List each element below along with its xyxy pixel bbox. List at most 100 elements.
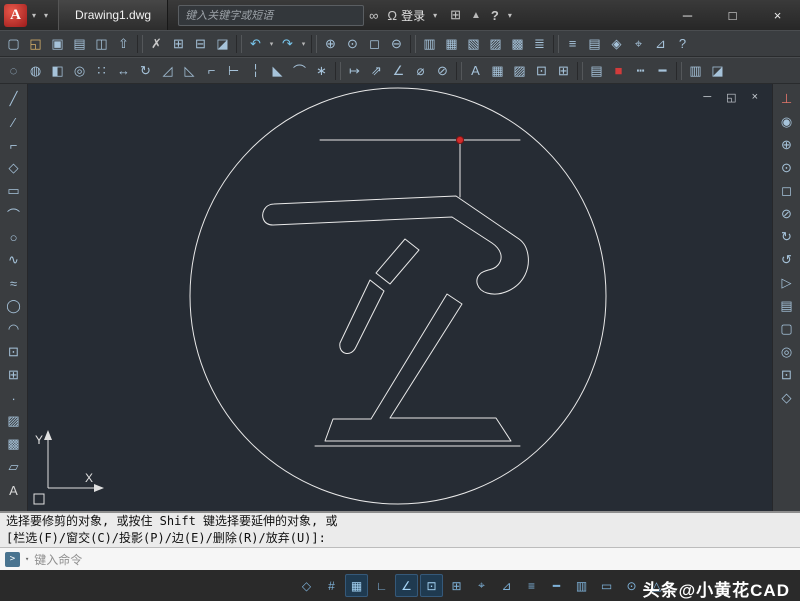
ortho-mode-icon[interactable]: ∟: [370, 574, 393, 597]
osnap-settings-icon[interactable]: ⌖: [628, 33, 649, 55]
selection-cycling-icon[interactable]: ⊙: [620, 574, 643, 597]
rotate-icon[interactable]: ↻: [135, 60, 156, 82]
redo-dropdown-icon[interactable]: ▾: [299, 33, 308, 55]
zoom-window-icon[interactable]: ◻: [775, 180, 799, 202]
plot-icon[interactable]: ▤: [69, 33, 90, 55]
dim-diameter-icon[interactable]: ⊘: [432, 60, 453, 82]
linetype-icon[interactable]: ┅: [630, 60, 651, 82]
dynamic-ucs-icon[interactable]: ⊿: [495, 574, 518, 597]
erase-icon[interactable]: ◌: [3, 60, 24, 82]
dim-linear-icon[interactable]: ↦: [344, 60, 365, 82]
doc-close-button[interactable]: ×: [752, 91, 758, 104]
extend-icon[interactable]: ⊢: [223, 60, 244, 82]
stretch-icon[interactable]: ◺: [179, 60, 200, 82]
redo-icon[interactable]: ↷: [277, 33, 298, 55]
polyline-icon[interactable]: ⌐: [2, 134, 26, 156]
infer-constraints-icon[interactable]: ◇: [295, 574, 318, 597]
explode-icon[interactable]: ∗: [311, 60, 332, 82]
offset-icon[interactable]: ◎: [69, 60, 90, 82]
object-snap-icon[interactable]: ⊡: [775, 364, 799, 386]
zoom-realtime-icon[interactable]: ⊘: [775, 203, 799, 225]
properties-palette-icon[interactable]: ▥: [685, 60, 706, 82]
orbit-icon[interactable]: ↻: [775, 226, 799, 248]
insert-block-icon[interactable]: ⊡: [531, 60, 552, 82]
showmotion-icon[interactable]: ▷: [775, 272, 799, 294]
plot-preview-icon[interactable]: ◫: [91, 33, 112, 55]
array-icon[interactable]: ∷: [91, 60, 112, 82]
zoom-extents-icon[interactable]: ⊙: [775, 157, 799, 179]
rectangle-icon[interactable]: ▭: [2, 180, 26, 202]
help-icon[interactable]: ?: [491, 8, 499, 23]
autodesk-apps-icon[interactable]: ▲: [471, 10, 481, 21]
monogram-middle-lower-segment[interactable]: [339, 279, 385, 354]
construction-line-icon[interactable]: ∕: [2, 111, 26, 133]
pan-hand-icon[interactable]: ⊕: [775, 134, 799, 156]
doc-restore-button[interactable]: ◱: [726, 91, 736, 104]
command-prompt-arrow-icon[interactable]: ▾: [25, 555, 29, 563]
circle-icon[interactable]: ○: [2, 226, 26, 248]
infocenter-search-input[interactable]: 键入关键字或短语: [178, 4, 365, 26]
lineweight-display-icon[interactable]: ━: [545, 574, 568, 597]
layer-states-icon[interactable]: ▤: [584, 33, 605, 55]
qnew-icon[interactable]: ▢: [3, 33, 24, 55]
arc-icon[interactable]: ⌒: [2, 203, 26, 225]
ucs-tool-icon[interactable]: ⊥: [775, 88, 799, 110]
copy-object-icon[interactable]: ◍: [25, 60, 46, 82]
constraints-icon[interactable]: ◇: [775, 387, 799, 409]
mirror-icon[interactable]: ◧: [47, 60, 68, 82]
spline-icon[interactable]: ≈: [2, 272, 26, 294]
match-properties2-icon[interactable]: ◪: [707, 60, 728, 82]
app-store-cart-icon[interactable]: ⊞: [450, 7, 461, 23]
autocad-logo-icon[interactable]: A: [4, 3, 27, 27]
layer-walk-icon[interactable]: ▤: [775, 295, 799, 317]
chamfer-icon[interactable]: ◣: [267, 60, 288, 82]
designcenter-icon[interactable]: ▦: [441, 33, 462, 55]
publish-icon[interactable]: ⇧: [113, 33, 134, 55]
object-snap-icon[interactable]: ⊡: [420, 574, 443, 597]
lineweight-icon[interactable]: ━: [652, 60, 673, 82]
sheet-set-manager-icon[interactable]: ▨: [485, 33, 506, 55]
dim-angular-icon[interactable]: ∠: [388, 60, 409, 82]
dim-aligned-icon[interactable]: ⇗: [366, 60, 387, 82]
dynamic-input-icon[interactable]: ≡: [520, 574, 543, 597]
layer-control-icon[interactable]: ▤: [586, 60, 607, 82]
pan-icon[interactable]: ⊕: [320, 33, 341, 55]
move-icon[interactable]: ↔: [113, 60, 134, 82]
workspaces-icon[interactable]: ◈: [606, 33, 627, 55]
color-control-icon[interactable]: ■: [608, 60, 629, 82]
polygon-icon[interactable]: ◇: [2, 157, 26, 179]
maximize-button[interactable]: □: [710, 0, 755, 30]
match-properties-icon[interactable]: ◪: [212, 33, 233, 55]
snap-mode-icon[interactable]: #: [320, 574, 343, 597]
ellipse-arc-icon[interactable]: ◠: [2, 318, 26, 340]
layer-properties-icon[interactable]: ≡: [562, 33, 583, 55]
ellipse-icon[interactable]: ◯: [2, 295, 26, 317]
app-menu-arrow-icon[interactable]: ▾: [32, 11, 36, 20]
sign-in-button[interactable]: Ω 登录 ▾: [387, 7, 441, 24]
gradient-icon[interactable]: ▩: [2, 433, 26, 455]
undo-dropdown-icon[interactable]: ▾: [267, 33, 276, 55]
command-input-row[interactable]: > ▾ 键入命令: [0, 547, 800, 570]
model-space-canvas[interactable]: Y X: [28, 84, 772, 511]
fillet-icon[interactable]: ⌒: [289, 60, 310, 82]
trim-icon[interactable]: ⌐: [201, 60, 222, 82]
doc-minimize-button[interactable]: ─: [703, 91, 711, 104]
named-views-icon[interactable]: ▢: [775, 318, 799, 340]
model-space[interactable]: Y X ─ ◱ ×: [28, 84, 772, 511]
quick-properties-icon[interactable]: ▭: [595, 574, 618, 597]
close-button[interactable]: ×: [755, 0, 800, 30]
paste-icon[interactable]: ⊟: [190, 33, 211, 55]
scale-icon[interactable]: ◿: [157, 60, 178, 82]
dim-radius-icon[interactable]: ⌀: [410, 60, 431, 82]
markup-icon[interactable]: ▩: [507, 33, 528, 55]
quickcalc-icon[interactable]: ≣: [529, 33, 550, 55]
polar-tracking-icon[interactable]: ∠: [395, 574, 418, 597]
measure-icon[interactable]: ⊿: [650, 33, 671, 55]
steering-wheels-icon[interactable]: ◎: [775, 341, 799, 363]
insert-block-icon[interactable]: ⊡: [2, 341, 26, 363]
mtext-icon[interactable]: A: [2, 479, 26, 501]
grid-display-icon[interactable]: ▦: [345, 574, 368, 597]
tool-palettes-icon[interactable]: ▧: [463, 33, 484, 55]
monogram-top-bar[interactable]: [262, 195, 529, 295]
object-snap-tracking-icon[interactable]: ⌖: [470, 574, 493, 597]
